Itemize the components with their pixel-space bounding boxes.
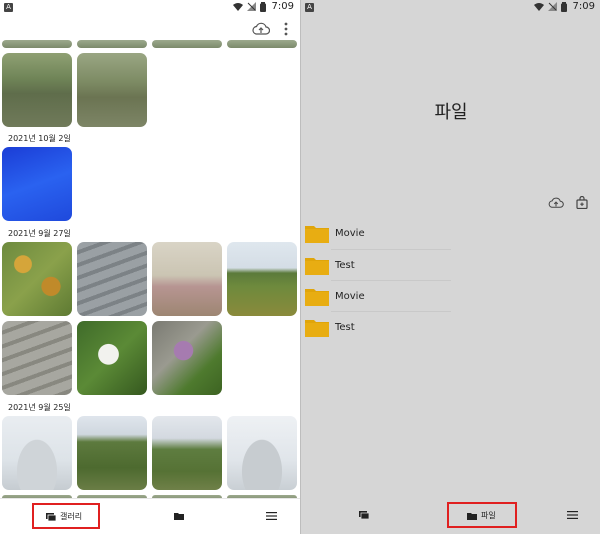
photo-thumbnail[interactable] [227,416,297,490]
photo-thumbnail[interactable] [152,40,222,48]
section-date: 2021년 10월 2일 [8,134,71,143]
files-toolbar [548,196,588,209]
app-badge: A [305,3,314,12]
photo-thumbnail[interactable] [152,242,222,316]
gallery-screen: A 7:09 2021년 10월 2일 2021년 9월 27일 2021년 9… [0,0,300,534]
cloud-upload-icon[interactable] [548,197,564,209]
folder-icon [305,286,329,306]
lock-add-icon[interactable] [576,196,588,209]
folder-row[interactable]: Test [305,253,455,277]
folder-icon [174,513,184,520]
menu-icon [266,512,277,520]
folder-row[interactable]: Movie [305,284,455,308]
gallery-toolbar [252,22,288,36]
folder-name: Movie [335,227,365,239]
files-screen: A 7:09 파일 Movie Test Movie Test 파일 [300,0,600,534]
folder-row[interactable]: Test [305,315,455,339]
bottom-navigation: 파일 [301,498,600,534]
photo-thumbnail[interactable] [77,321,147,395]
photo-thumbnail[interactable] [152,321,222,395]
battery-icon [560,1,567,12]
nav-files[interactable] [174,512,184,520]
status-bar: A 7:09 [0,0,300,16]
photo-thumbnail[interactable] [2,242,72,316]
wifi-icon [232,3,243,11]
nav-files[interactable]: 파일 [467,510,496,521]
folder-row[interactable]: Movie [305,221,455,245]
photo-thumbnail[interactable] [2,147,72,221]
nav-gallery[interactable]: 갤러리 [46,511,82,522]
section-date: 2021년 9월 25일 [8,403,71,412]
signal-icon [246,2,256,11]
gallery-icon [46,512,56,521]
photo-thumbnail[interactable] [152,416,222,490]
battery-icon [259,1,266,12]
cloud-upload-icon[interactable] [252,22,270,36]
nav-gallery[interactable] [359,511,369,519]
folder-name: Test [335,259,355,271]
photo-thumbnail[interactable] [77,416,147,490]
signal-icon [547,2,557,11]
nav-menu[interactable] [266,512,277,520]
nav-files-label: 파일 [481,511,496,520]
photo-thumbnail[interactable] [2,40,72,48]
wifi-icon [533,3,544,11]
photo-thumbnail[interactable] [227,242,297,316]
more-vert-icon[interactable] [284,22,288,36]
photo-thumbnail[interactable] [77,53,147,127]
system-icons: 7:09 [533,1,595,12]
status-time: 7:09 [271,1,294,12]
status-bar: A 7:09 [301,0,600,16]
photo-thumbnail[interactable] [77,40,147,48]
folder-icon [305,255,329,275]
folder-name: Movie [335,290,365,302]
page-title: 파일 [434,102,468,123]
photo-thumbnail[interactable] [227,40,297,48]
status-time: 7:09 [572,1,595,12]
divider [331,311,451,312]
menu-icon [567,511,578,519]
folder-name: Test [335,321,355,333]
divider [331,280,451,281]
bottom-navigation: 갤러리 [0,498,300,534]
system-icons: 7:09 [232,1,294,12]
folder-icon [305,317,329,337]
app-badge: A [4,3,13,12]
photo-thumbnail[interactable] [2,321,72,395]
photo-thumbnail[interactable] [2,53,72,127]
section-date: 2021년 9월 27일 [8,229,71,238]
divider [331,249,451,250]
photo-thumbnail[interactable] [77,242,147,316]
folder-icon [467,512,477,520]
photo-thumbnail[interactable] [2,416,72,490]
folder-icon [305,223,329,243]
gallery-icon [359,511,369,519]
nav-menu[interactable] [567,511,578,519]
nav-gallery-label: 갤러리 [60,512,83,521]
